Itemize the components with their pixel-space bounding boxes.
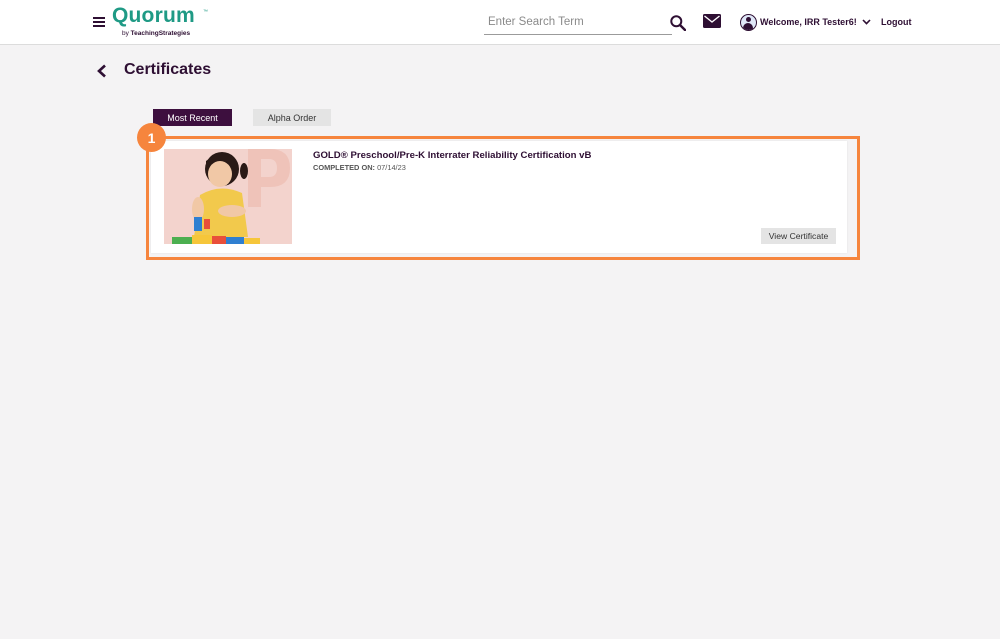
logo-byline: by TeachingStrategies [122, 30, 191, 37]
chevron-down-icon [862, 19, 871, 25]
quorum-logo[interactable]: Quorum ™ by TeachingStrategies [112, 4, 212, 40]
tab-most-recent[interactable]: Most Recent [153, 109, 232, 126]
tab-alpha-order[interactable]: Alpha Order [253, 109, 331, 126]
back-arrow-icon[interactable] [96, 64, 108, 78]
search-field [484, 10, 672, 35]
view-certificate-button[interactable]: View Certificate [761, 228, 836, 244]
certificate-title: GOLD® Preschool/Pre-K Interrater Reliabi… [313, 150, 592, 161]
logo-wordmark: Quorum [112, 4, 195, 27]
user-avatar-icon [740, 13, 757, 31]
logo-trademark: ™ [203, 9, 208, 15]
search-icon[interactable] [670, 15, 686, 31]
certificate-thumbnail-image [164, 149, 292, 244]
page-title: Certificates [124, 61, 212, 78]
hamburger-menu-icon[interactable] [93, 17, 105, 27]
step-badge: 1 [137, 123, 166, 152]
welcome-text: Welcome, IRR Tester6! [760, 17, 857, 27]
logout-link[interactable]: Logout [881, 17, 912, 27]
mail-icon[interactable] [703, 14, 721, 28]
search-input[interactable] [488, 13, 668, 31]
top-header: Quorum ™ by TeachingStrategies Welcome, … [0, 0, 1000, 45]
certificate-completed-date: COMPLETED ON: 07/14/23 [313, 163, 406, 172]
user-menu[interactable]: Welcome, IRR Tester6! [740, 13, 871, 31]
